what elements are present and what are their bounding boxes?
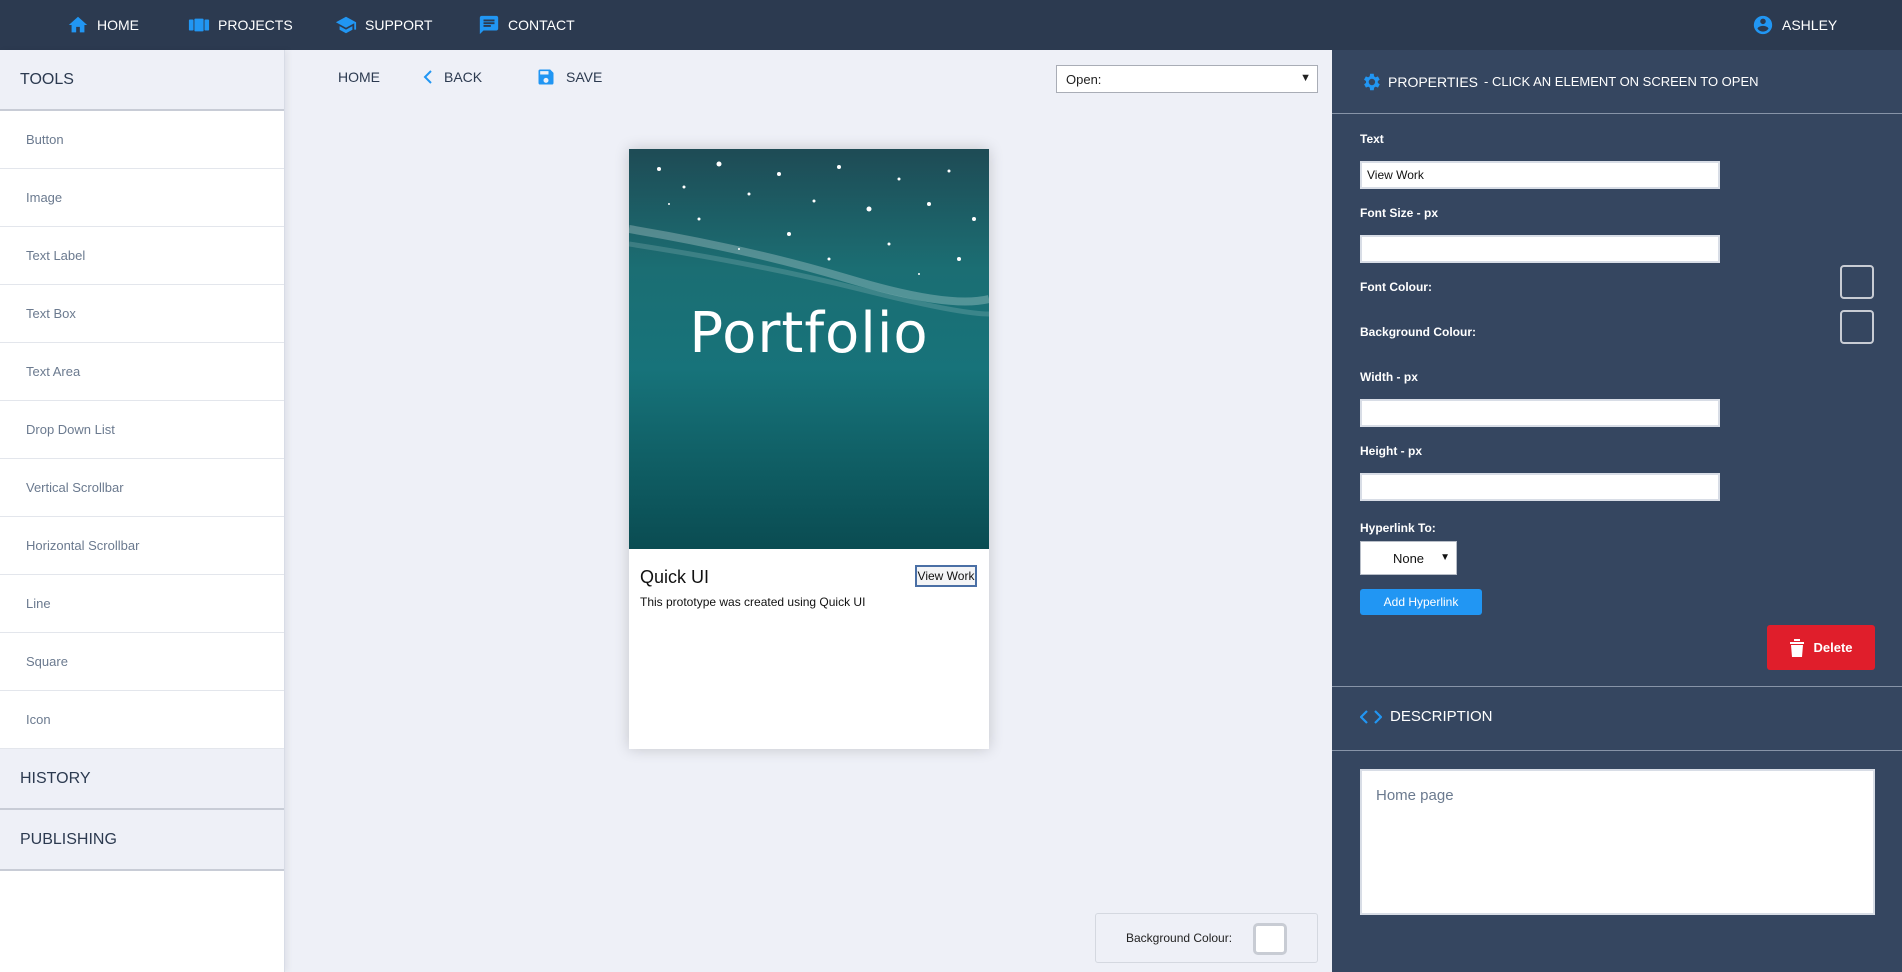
phone-preview: Portfolio Quick UI This prototype was cr…	[629, 149, 989, 749]
tools-header[interactable]: TOOLS	[0, 50, 284, 111]
tools-sidebar: TOOLS Button Image Text Label Text Box T…	[0, 50, 285, 972]
save-label: SAVE	[566, 69, 603, 85]
width-input[interactable]	[1360, 399, 1720, 427]
toolbar-home-label: HOME	[338, 69, 380, 85]
open-project-select[interactable]: Open: ▼	[1056, 65, 1318, 93]
card-description[interactable]: This prototype was created using Quick U…	[640, 595, 865, 609]
width-label: Width - px	[1360, 370, 1418, 384]
height-label: Height - px	[1360, 444, 1422, 458]
background-colour-label: Background Colour:	[1360, 325, 1476, 339]
publishing-header[interactable]: PUBLISHING	[0, 810, 284, 871]
tool-horizontal-scrollbar[interactable]: Horizontal Scrollbar	[0, 517, 284, 575]
nav-projects-label: PROJECTS	[218, 17, 293, 33]
nav-support-label: SUPPORT	[365, 17, 433, 33]
tool-drop-down-list[interactable]: Drop Down List	[0, 401, 284, 459]
home-icon	[68, 16, 88, 33]
dropdown-arrow-icon: ▼	[1440, 552, 1450, 563]
dropdown-arrow-icon: ▼	[1300, 72, 1311, 84]
canvas-background-colour: Background Colour:	[1095, 913, 1318, 963]
height-input[interactable]	[1360, 473, 1720, 501]
delete-button[interactable]: Delete	[1767, 625, 1875, 670]
text-input[interactable]: View Work	[1360, 161, 1720, 189]
projects-icon	[188, 18, 210, 32]
tool-text-box[interactable]: Text Box	[0, 285, 284, 343]
properties-title: PROPERTIES	[1388, 73, 1478, 90]
description-title: DESCRIPTION	[1390, 708, 1493, 725]
user-name: ASHLEY	[1782, 17, 1838, 33]
open-select-value: Open:	[1066, 71, 1102, 87]
graduation-cap-icon	[335, 16, 357, 34]
description-textarea[interactable]: Home page	[1360, 769, 1875, 915]
hero-image[interactable]: Portfolio	[629, 149, 989, 549]
hyperlink-select-value: None	[1392, 550, 1425, 566]
add-hyperlink-button[interactable]: Add Hyperlink	[1360, 589, 1482, 615]
description-header: DESCRIPTION	[1360, 708, 1493, 725]
back-label: BACK	[444, 69, 483, 85]
top-navigation: HOME PROJECTS SUPPORT CONTACT ASHLEY	[0, 0, 1902, 50]
nav-home-label: HOME	[97, 17, 139, 33]
toolbar-home[interactable]: HOME	[338, 64, 380, 90]
font-size-input[interactable]	[1360, 235, 1720, 263]
canvas-background-colour-label: Background Colour:	[1126, 931, 1233, 945]
nav-home[interactable]: HOME	[67, 0, 139, 50]
chevron-left-icon	[423, 70, 432, 84]
account-circle-icon	[1753, 15, 1773, 35]
background-colour-swatch[interactable]	[1840, 310, 1874, 344]
code-brackets-icon	[1360, 709, 1382, 724]
floppy-disk-icon	[538, 69, 554, 85]
font-size-label: Font Size - px	[1360, 206, 1438, 220]
hero-title[interactable]: Portfolio	[629, 301, 989, 366]
nav-support[interactable]: SUPPORT	[335, 0, 432, 50]
tool-vertical-scrollbar[interactable]: Vertical Scrollbar	[0, 459, 284, 517]
tool-square[interactable]: Square	[0, 633, 284, 691]
hyperlink-select[interactable]: None ▼	[1360, 541, 1457, 575]
tool-text-area[interactable]: Text Area	[0, 343, 284, 401]
card-title[interactable]: Quick UI	[640, 567, 709, 588]
properties-panel: PROPERTIES - CLICK AN ELEMENT ON SCREEN …	[1332, 50, 1902, 972]
nav-contact[interactable]: CONTACT	[478, 0, 575, 50]
history-header[interactable]: HISTORY	[0, 749, 284, 810]
font-colour-swatch[interactable]	[1840, 265, 1874, 299]
delete-label: Delete	[1813, 640, 1853, 655]
section-divider	[1332, 686, 1902, 687]
tool-image[interactable]: Image	[0, 169, 284, 227]
nav-projects[interactable]: PROJECTS	[188, 0, 293, 50]
hyperlink-label: Hyperlink To:	[1360, 521, 1436, 535]
tool-text-label[interactable]: Text Label	[0, 227, 284, 285]
back-button[interactable]: BACK	[422, 64, 482, 90]
view-work-button[interactable]: View Work	[915, 565, 977, 587]
user-menu[interactable]: ASHLEY	[1752, 0, 1837, 50]
properties-header: PROPERTIES - CLICK AN ELEMENT ON SCREEN …	[1332, 50, 1902, 114]
properties-subtitle: - CLICK AN ELEMENT ON SCREEN TO OPEN	[1484, 74, 1759, 89]
save-button[interactable]: SAVE	[536, 64, 602, 90]
gear-icon	[1364, 73, 1380, 90]
section-divider	[1332, 750, 1902, 751]
tool-line[interactable]: Line	[0, 575, 284, 633]
tool-icon[interactable]: Icon	[0, 691, 284, 749]
nav-contact-label: CONTACT	[508, 17, 575, 33]
chat-icon	[479, 15, 499, 35]
trash-icon	[1790, 638, 1805, 657]
canvas-background-colour-swatch[interactable]	[1253, 923, 1287, 955]
font-colour-label: Font Colour:	[1360, 280, 1432, 294]
text-label: Text	[1360, 132, 1384, 146]
tool-button[interactable]: Button	[0, 111, 284, 169]
